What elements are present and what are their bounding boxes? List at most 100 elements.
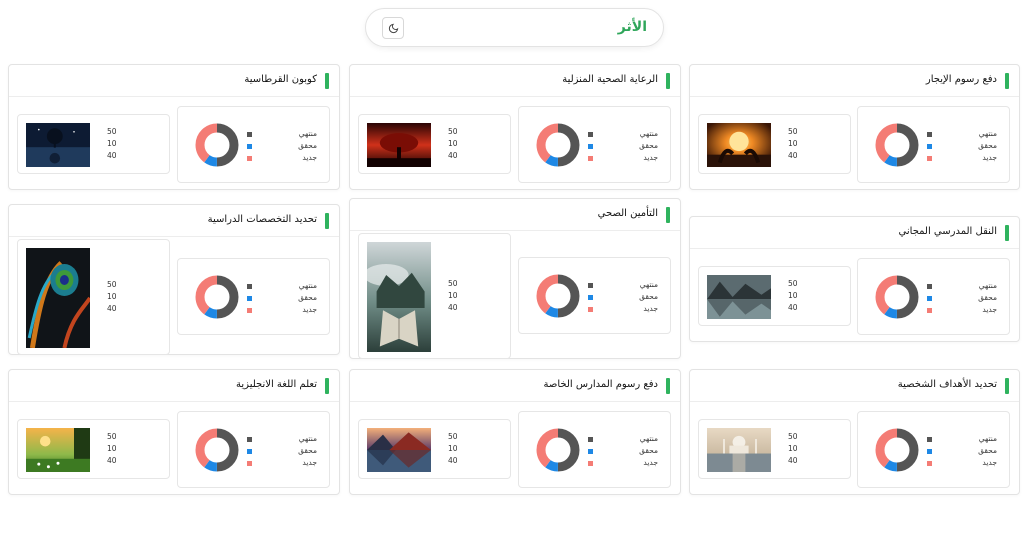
legend-swatch	[927, 296, 932, 301]
stat-value: 10	[107, 444, 117, 453]
chart-panel: منتهي محقق جديد	[518, 411, 671, 488]
impact-card[interactable]: دفع رسوم الإيجار منتهي محقق جديد 50 10 40	[689, 64, 1020, 190]
impact-card[interactable]: تحديد التخصصات الدراسية منتهي محقق جديد …	[8, 204, 340, 355]
card-title: النقل المدرسي المجاني	[898, 226, 997, 237]
legend-label: منتهي	[978, 434, 997, 443]
card-accent	[325, 378, 329, 394]
chart-panel: منتهي محقق جديد	[177, 411, 330, 488]
legend-label: جديد	[302, 458, 317, 467]
legend-item: منتهي	[927, 129, 997, 141]
stat-value: 40	[448, 456, 458, 465]
legend-item: جديد	[927, 305, 997, 317]
legend-swatch	[927, 144, 932, 149]
card-thumbnail[interactable]	[26, 123, 90, 167]
impact-card[interactable]: دفع رسوم المدارس الخاصة منتهي محقق جديد …	[349, 369, 681, 495]
legend-swatch	[927, 156, 932, 161]
stat-value: 10	[448, 444, 458, 453]
legend-item: منتهي	[588, 129, 658, 141]
theme-toggle-button[interactable]	[382, 17, 404, 39]
impact-card[interactable]: الرعاية الصحية المنزلية منتهي محقق جديد …	[349, 64, 681, 190]
card-header: دفع رسوم المدارس الخاصة	[350, 370, 680, 402]
donut-chart	[874, 274, 920, 320]
impact-card[interactable]: التأمين الصحي منتهي محقق جديد 50 10 40	[349, 198, 681, 359]
chart-panel: منتهي محقق جديد	[177, 106, 330, 183]
top-bar: الأثر	[365, 8, 664, 47]
page-title: الأثر	[617, 19, 647, 35]
card-thumbnail[interactable]	[367, 242, 431, 352]
stat-values: 50 10 40	[107, 432, 127, 468]
moon-icon	[388, 23, 398, 33]
legend-swatch	[247, 144, 252, 149]
media-panel: 50 10 40	[358, 114, 511, 174]
stat-value: 10	[448, 139, 458, 148]
card-thumbnail[interactable]	[707, 123, 771, 167]
legend-swatch	[927, 284, 932, 289]
card-accent	[325, 213, 329, 229]
legend-label: محقق	[298, 141, 317, 150]
legend-item: محقق	[247, 141, 317, 153]
stat-value: 40	[788, 303, 798, 312]
card-accent	[666, 73, 670, 89]
stat-value: 50	[107, 280, 117, 289]
legend-label: جديد	[302, 153, 317, 162]
stat-values: 50 10 40	[448, 432, 468, 468]
chart-panel: منتهي محقق جديد	[177, 258, 330, 335]
stat-value: 50	[788, 432, 798, 441]
card-title: كوبون القرطاسية	[244, 74, 317, 85]
legend-item: منتهي	[247, 281, 317, 293]
chart-legend: منتهي محقق جديد	[247, 129, 317, 165]
legend-swatch	[247, 296, 252, 301]
card-accent	[1005, 73, 1009, 89]
legend-swatch	[247, 284, 252, 289]
legend-item: جديد	[588, 153, 658, 165]
impact-card[interactable]: تعلم اللغة الانجليزية منتهي محقق جديد 50…	[8, 369, 340, 495]
donut-chart	[194, 122, 240, 168]
impact-card[interactable]: كوبون القرطاسية منتهي محقق جديد 50 10 40	[8, 64, 340, 190]
legend-label: محقق	[639, 292, 658, 301]
chart-legend: منتهي محقق جديد	[588, 280, 658, 316]
legend-label: محقق	[978, 293, 997, 302]
chart-legend: منتهي محقق جديد	[927, 434, 997, 470]
legend-swatch	[927, 308, 932, 313]
card-thumbnail[interactable]	[707, 275, 771, 319]
legend-label: محقق	[298, 446, 317, 455]
legend-label: محقق	[978, 141, 997, 150]
legend-swatch	[588, 283, 593, 288]
card-header: دفع رسوم الإيجار	[690, 65, 1019, 97]
card-title: تعلم اللغة الانجليزية	[236, 379, 317, 390]
legend-swatch	[588, 156, 593, 161]
media-panel: 50 10 40	[698, 266, 851, 326]
media-panel: 50 10 40	[17, 114, 170, 174]
card-thumbnail[interactable]	[26, 428, 90, 472]
stat-value: 50	[107, 432, 117, 441]
card-header: الرعاية الصحية المنزلية	[350, 65, 680, 97]
stat-value: 40	[448, 151, 458, 160]
card-thumbnail[interactable]	[367, 428, 431, 472]
stat-value: 40	[107, 456, 117, 465]
legend-item: جديد	[927, 153, 997, 165]
donut-chart	[535, 122, 581, 168]
legend-label: منتهي	[298, 129, 317, 138]
stat-value: 50	[448, 279, 458, 288]
impact-card[interactable]: تحديد الأهداف الشخصية منتهي محقق جديد 50…	[689, 369, 1020, 495]
legend-swatch	[927, 437, 932, 442]
chart-panel: منتهي محقق جديد	[857, 258, 1010, 335]
media-panel: 50 10 40	[358, 233, 511, 359]
card-thumbnail[interactable]	[367, 123, 431, 167]
legend-label: جديد	[982, 458, 997, 467]
chart-panel: منتهي محقق جديد	[857, 106, 1010, 183]
card-thumbnail[interactable]	[707, 428, 771, 472]
legend-label: جديد	[643, 304, 658, 313]
donut-chart	[535, 427, 581, 473]
legend-item: محقق	[247, 293, 317, 305]
donut-chart	[194, 274, 240, 320]
legend-swatch	[588, 132, 593, 137]
legend-label: محقق	[639, 141, 658, 150]
card-thumbnail[interactable]	[26, 248, 90, 348]
card-header: التأمين الصحي	[350, 199, 680, 231]
legend-item: محقق	[588, 446, 658, 458]
impact-card[interactable]: النقل المدرسي المجاني منتهي محقق جديد 50…	[689, 216, 1020, 342]
stat-value: 50	[107, 127, 117, 136]
card-accent	[325, 73, 329, 89]
donut-chart	[535, 273, 581, 319]
